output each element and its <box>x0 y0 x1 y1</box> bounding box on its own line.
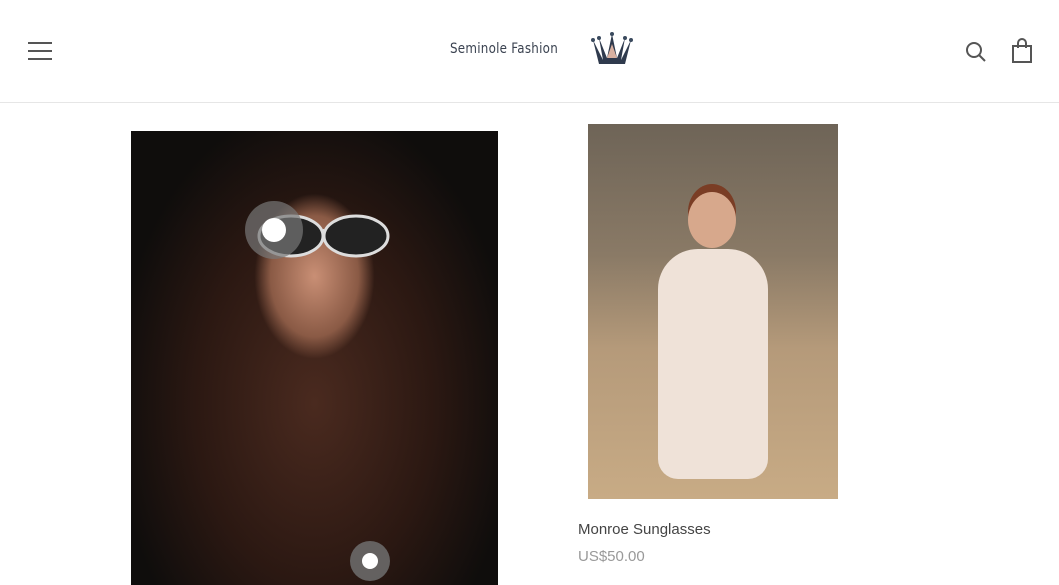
floral-dress-graphic <box>658 249 768 479</box>
hamburger-icon[interactable] <box>28 42 52 60</box>
logo[interactable]: Seminole Fashion <box>450 30 635 68</box>
logo-text: Seminole Fashion <box>450 41 559 57</box>
search-icon[interactable] <box>965 41 987 63</box>
image-hotspot[interactable] <box>350 541 390 581</box>
model-head-graphic <box>688 192 736 248</box>
shopping-bag-icon[interactable] <box>1011 38 1033 64</box>
image-hotspot[interactable] <box>245 201 303 259</box>
product-title[interactable]: Monroe Sunglasses <box>578 521 711 538</box>
product-image-sunglasses-woman[interactable] <box>131 131 498 585</box>
product-price: US$50.00 <box>578 548 645 565</box>
crown-icon <box>591 32 634 64</box>
site-header: Seminole Fashion <box>0 0 1059 103</box>
product-image-monroe-sunglasses[interactable] <box>588 124 838 499</box>
